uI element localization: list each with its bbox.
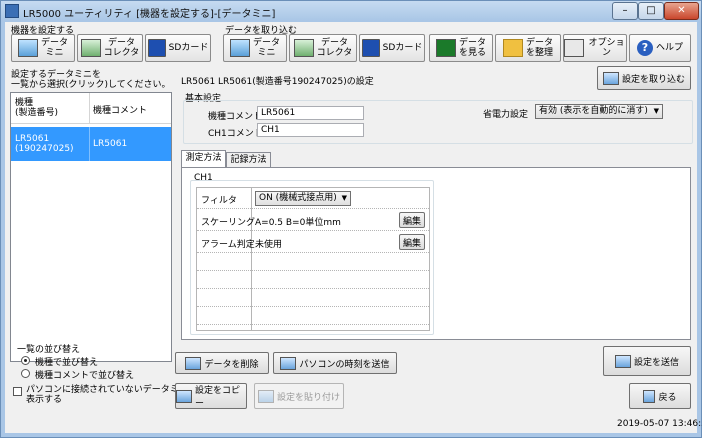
show-unconnected-checkbox[interactable] [13,387,22,396]
graph-icon [435,39,456,57]
filter-select[interactable]: ON (機械式接点用) ▼ [255,191,351,206]
configure-data-collector-button[interactable]: データ コレクタ [77,34,143,62]
channel-settings-table: フィルタ ON (機械式接点用) ▼ スケーリング A=0.5 B=0単位mm … [196,187,430,331]
device-list-instruction: 設定するデータミニを 一覧から選択(クリック)してください。 [11,70,171,90]
alarm-edit-button[interactable]: 編集 [399,234,425,250]
paste-settings-button[interactable]: 設定を貼り付け [254,383,344,409]
configure-data-mini-button[interactable]: データ ミニ [11,34,75,62]
folder-icon [502,39,523,57]
alarm-value: 未使用 [255,240,283,250]
send-time-icon [280,356,297,370]
device-list: 機種 (製造番号) 機種コメント LR5061 (190247025) LR50… [10,92,172,362]
sort-by-comment-label[interactable]: 機種コメントで並び替え [35,368,134,381]
close-button[interactable]: ✕ [664,2,699,20]
paste-icon [257,389,274,403]
scaling-label: スケーリング [201,218,256,228]
model-comment-label: 機種コメント [208,112,263,122]
app-window: LR5000 ユーティリティ [機器を設定する]-[データミニ] – □ ✕ 機… [0,0,702,438]
power-saving-label: 省電力設定 [483,110,529,120]
scaling-edit-button[interactable]: 編集 [399,212,425,228]
import-settings-icon [602,71,619,85]
data-mini-icon [229,39,250,57]
import-settings-button[interactable]: 設定を取り込む [597,66,691,90]
tab-recording-method[interactable]: 記録方法 [226,152,271,168]
options-icon [564,39,584,57]
client-area: 機器を設定する データを取り込む データ ミニ データ コレクタ SDカード デ… [5,22,702,433]
chevron-down-icon: ▼ [341,194,347,202]
power-saving-select[interactable]: 有効 (表示を自動的に消す) ▼ [535,104,663,119]
import-data-mini-button[interactable]: データ ミニ [223,34,287,62]
help-icon: ? [636,40,653,56]
scaling-value: A=0.5 B=0単位mm [255,218,341,228]
home-icon [643,389,656,403]
column-header-comment[interactable]: 機種コメント [93,103,147,116]
chevron-down-icon: ▼ [653,107,659,115]
sd-card-icon [147,39,166,57]
delete-data-button[interactable]: データを削除 [175,352,269,374]
sort-by-comment-radio[interactable] [21,369,30,378]
help-button[interactable]: ? ヘルプ [629,34,691,62]
data-collector-icon [80,39,101,57]
window-title: LR5000 ユーティリティ [機器を設定する]-[データミニ] [23,9,276,20]
data-collector-icon [293,39,314,57]
device-row-comment: LR5061 [93,139,128,149]
filter-label: フィルタ [201,196,237,206]
options-button[interactable]: オプション [563,34,627,62]
alarm-label: アラーム判定 [201,240,255,250]
device-row[interactable]: LR5061 (190247025) LR5061 [11,127,171,161]
data-mini-icon [17,39,38,57]
send-pc-time-button[interactable]: パソコンの時刻を送信 [273,352,397,374]
import-data-collector-button[interactable]: データ コレクタ [289,34,357,62]
app-icon [5,4,19,18]
device-list-header: 機種 (製造番号) 機種コメント [11,93,171,124]
model-comment-field[interactable]: LR5061 [257,106,364,120]
organize-data-button[interactable]: データ を整理 [495,34,561,62]
sort-by-model-label[interactable]: 機種で並び替え [35,355,98,368]
import-sd-card-button[interactable]: SDカード [359,34,425,62]
send-settings-button[interactable]: 設定を送信 [603,346,691,376]
title-bar[interactable]: LR5000 ユーティリティ [機器を設定する]-[データミニ] – □ ✕ [1,1,701,21]
send-settings-icon [614,354,631,368]
back-button[interactable]: 戻る [629,383,691,409]
ch1-comment-field[interactable]: CH1 [257,123,364,137]
device-row-model: LR5061 (190247025) [15,134,74,154]
sort-label: 一覧の並び替え [17,345,81,355]
configure-sd-card-button[interactable]: SDカード [145,34,211,62]
tab-panel: CH1 フィルタ ON (機械式接点用) ▼ スケーリング A=0.5 B=0単… [181,167,691,340]
tab-measurement-method[interactable]: 測定方法 [181,150,226,168]
column-header-model[interactable]: 機種 (製造番号) [15,98,58,118]
view-data-button[interactable]: データ を見る [429,34,493,62]
device-settings-heading: LR5061 LR5061(製造番号190247025)の設定 [181,77,374,87]
ch1-comment-label: CH1コメント [208,129,263,139]
sort-by-model-radio[interactable] [21,356,30,365]
copy-icon [176,389,192,403]
delete-data-icon [185,356,202,370]
sd-card-icon [361,39,380,57]
status-datetime: 2019-05-07 13:46:32 [617,419,702,429]
maximize-button[interactable]: □ [638,2,664,20]
minimize-button[interactable]: – [612,2,638,20]
copy-settings-button[interactable]: 設定をコピー [175,383,247,409]
show-unconnected-label[interactable]: パソコンに接続されていないデータミニも 表示する [26,385,197,405]
